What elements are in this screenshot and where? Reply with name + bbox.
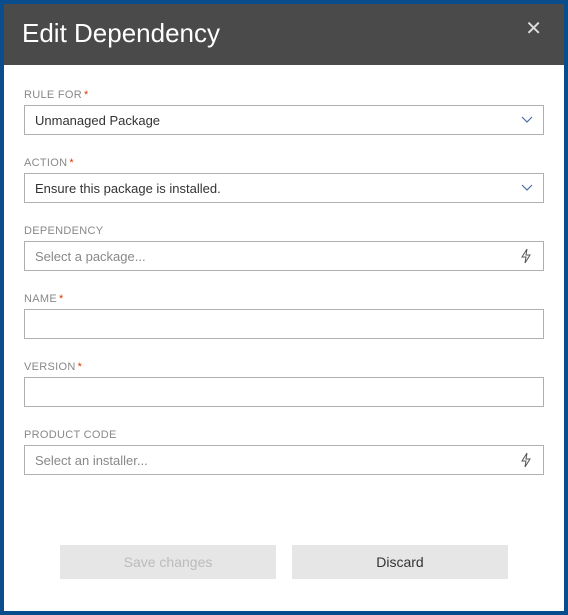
label-text: ACTION xyxy=(24,157,67,169)
name-input-wrap xyxy=(24,309,544,339)
version-input-wrap xyxy=(24,377,544,407)
required-marker: * xyxy=(78,361,83,373)
version-label: VERSION* xyxy=(24,361,544,373)
dependency-select[interactable]: Select a package... xyxy=(24,241,544,271)
name-field: NAME* xyxy=(24,293,544,339)
discard-button[interactable]: Discard xyxy=(292,545,508,579)
modal-footer: Save changes Discard xyxy=(24,545,544,601)
required-marker: * xyxy=(84,89,89,101)
action-value: Ensure this package is installed. xyxy=(35,181,521,196)
modal-header: Edit Dependency ✕ xyxy=(4,4,564,65)
label-text: DEPENDENCY xyxy=(24,225,103,237)
label-text: VERSION xyxy=(24,361,76,373)
version-input[interactable] xyxy=(35,378,533,406)
dependency-placeholder: Select a package... xyxy=(35,249,519,264)
product-code-select[interactable]: Select an installer... xyxy=(24,445,544,475)
product-code-placeholder: Select an installer... xyxy=(35,453,519,468)
close-icon[interactable]: ✕ xyxy=(521,15,546,43)
label-text: NAME xyxy=(24,293,57,305)
required-marker: * xyxy=(69,157,74,169)
label-text: PRODUCT CODE xyxy=(24,429,117,441)
modal-title: Edit Dependency xyxy=(22,18,220,49)
required-marker: * xyxy=(59,293,64,305)
name-input[interactable] xyxy=(35,310,533,338)
chevron-down-icon xyxy=(521,182,533,194)
edit-dependency-modal: Edit Dependency ✕ RULE FOR* Unmanaged Pa… xyxy=(0,0,568,615)
chevron-down-icon xyxy=(521,114,533,126)
name-label: NAME* xyxy=(24,293,544,305)
modal-content: RULE FOR* Unmanaged Package ACTION* Ensu… xyxy=(4,65,564,611)
lightning-icon xyxy=(519,249,533,263)
product-code-field: PRODUCT CODE Select an installer... xyxy=(24,429,544,475)
version-field: VERSION* xyxy=(24,361,544,407)
rule-for-value: Unmanaged Package xyxy=(35,113,521,128)
label-text: RULE FOR xyxy=(24,89,82,101)
dependency-label: DEPENDENCY xyxy=(24,225,544,237)
action-field: ACTION* Ensure this package is installed… xyxy=(24,157,544,203)
rule-for-select[interactable]: Unmanaged Package xyxy=(24,105,544,135)
action-select[interactable]: Ensure this package is installed. xyxy=(24,173,544,203)
action-label: ACTION* xyxy=(24,157,544,169)
product-code-label: PRODUCT CODE xyxy=(24,429,544,441)
lightning-icon xyxy=(519,453,533,467)
rule-for-field: RULE FOR* Unmanaged Package xyxy=(24,89,544,135)
dependency-field: DEPENDENCY Select a package... xyxy=(24,225,544,271)
rule-for-label: RULE FOR* xyxy=(24,89,544,101)
save-button[interactable]: Save changes xyxy=(60,545,276,579)
